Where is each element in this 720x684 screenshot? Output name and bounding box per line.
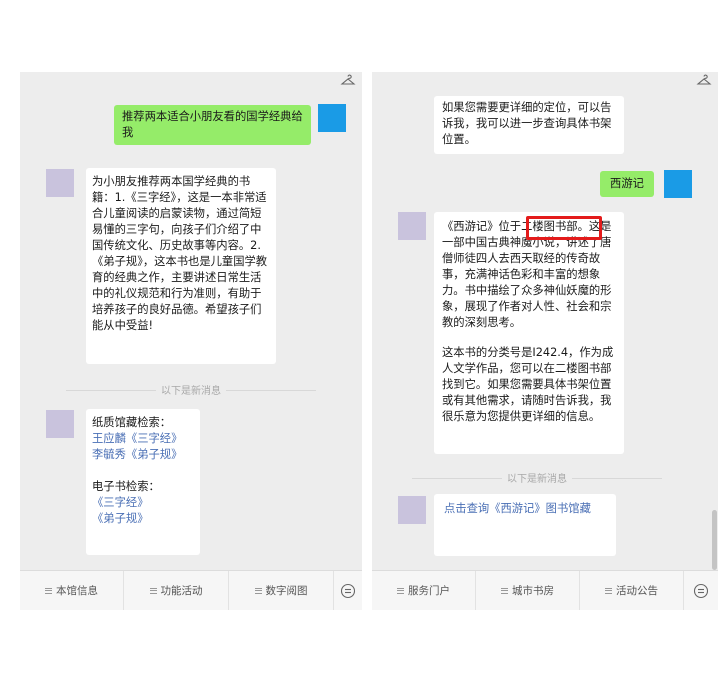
user-message-text: 西游记 xyxy=(610,177,644,190)
menu-icon xyxy=(501,587,508,594)
ebook-link-sanzijing[interactable]: 《三字经》 xyxy=(92,495,194,511)
menu-label: 本馆信息 xyxy=(56,585,98,597)
menu-digital-reading[interactable]: 数字阅图 xyxy=(229,570,334,610)
menu-activities[interactable]: 功能活动 xyxy=(124,570,229,610)
bot-avatar xyxy=(46,410,74,438)
bot-message-bubble: 为小朋友推荐两本国学经典的书籍：1.《三字经》，这是一本非常适合儿童阅读的启蒙读… xyxy=(86,168,276,364)
new-messages-divider: 以下是新消息 xyxy=(66,382,316,398)
menu-label: 服务门户 xyxy=(408,585,450,597)
ebook-catalog-heading: 电子书检索： xyxy=(92,480,160,493)
user-avatar xyxy=(318,104,346,132)
divider-label: 以下是新消息 xyxy=(161,386,221,397)
paper-link-sanzijing[interactable]: 王应麟《三字经》 xyxy=(92,431,194,447)
menu-announcements[interactable]: 活动公告 xyxy=(580,570,684,610)
hanger-icon[interactable] xyxy=(696,74,712,88)
menu-label: 功能活动 xyxy=(160,585,203,597)
new-messages-divider: 以下是新消息 xyxy=(412,470,662,486)
paper-link-dizigui[interactable]: 李毓秀《弟子规》 xyxy=(92,447,194,463)
chat-panel-right: 如果您需要更详细的定位，可以告诉我，我可以进一步查询具体书架位置。 西游记 《西… xyxy=(372,72,718,610)
scrollbar[interactable] xyxy=(712,510,717,570)
ebook-link-dizigui[interactable]: 《弟子规》 xyxy=(92,511,194,527)
chat-panel-left: 推荐两本适合小朋友看的国学经典给我 为小朋友推荐两本国学经典的书籍：1.《三字经… xyxy=(20,72,362,610)
menu-service-portal[interactable]: 服务门户 xyxy=(372,570,476,610)
user-avatar xyxy=(664,170,692,198)
bot-avatar xyxy=(398,212,426,240)
bot-reply-paragraph-2: 这本书的分类号是I242.4，作为成人文学作品，您可以在二楼图书部找到它。如果您… xyxy=(442,346,614,423)
user-message-text: 推荐两本适合小朋友看的国学经典给我 xyxy=(122,110,303,139)
menu-icon xyxy=(605,587,612,594)
menu-city-bookroom[interactable]: 城市书房 xyxy=(476,570,580,610)
bot-message-text: 为小朋友推荐两本国学经典的书籍：1.《三字经》，这是一本非常适合儿童阅读的启蒙读… xyxy=(92,175,268,332)
query-bubble: 点击查询《西游记》图书馆藏 xyxy=(434,494,616,556)
menu-icon xyxy=(149,587,157,594)
bottom-menu-bar: 本馆信息 功能活动 数字阅图 xyxy=(20,570,362,610)
bottom-menu-bar: 服务门户 城市书房 活动公告 xyxy=(372,570,718,610)
catalog-bubble: 纸质馆藏检索： 王应麟《三字经》 李毓秀《弟子规》 电子书检索： 《三字经》 《… xyxy=(86,409,200,555)
paper-catalog-heading: 纸质馆藏检索： xyxy=(92,416,172,429)
user-message-bubble: 西游记 xyxy=(600,171,654,197)
query-catalog-link[interactable]: 点击查询《西游记》图书馆藏 xyxy=(444,501,606,517)
menu-icon xyxy=(45,587,52,594)
divider-label: 以下是新消息 xyxy=(507,474,567,485)
bot-message-bubble: 《西游记》位于二楼图书部。这是一部中国古典神魔小说，讲述了唐僧师徒四人去西天取经… xyxy=(434,212,624,454)
menu-label: 活动公告 xyxy=(616,585,658,597)
bot-avatar xyxy=(398,496,426,524)
user-message-bubble: 推荐两本适合小朋友看的国学经典给我 xyxy=(114,105,311,145)
menu-label: 城市书房 xyxy=(512,585,554,597)
robot-icon[interactable] xyxy=(684,571,718,611)
robot-icon[interactable] xyxy=(334,571,362,611)
previous-bot-bubble: 如果您需要更详细的定位，可以告诉我，我可以进一步查询具体书架位置。 xyxy=(434,96,624,154)
menu-label: 数字阅图 xyxy=(265,585,308,597)
menu-icon xyxy=(254,587,262,594)
menu-icon xyxy=(397,587,404,594)
hanger-icon[interactable] xyxy=(340,74,356,88)
previous-bot-text: 如果您需要更详细的定位，可以告诉我，我可以进一步查询具体书架位置。 xyxy=(442,101,612,146)
bot-avatar xyxy=(46,169,74,197)
menu-library-info[interactable]: 本馆信息 xyxy=(20,570,124,610)
highlight-box xyxy=(526,216,602,240)
